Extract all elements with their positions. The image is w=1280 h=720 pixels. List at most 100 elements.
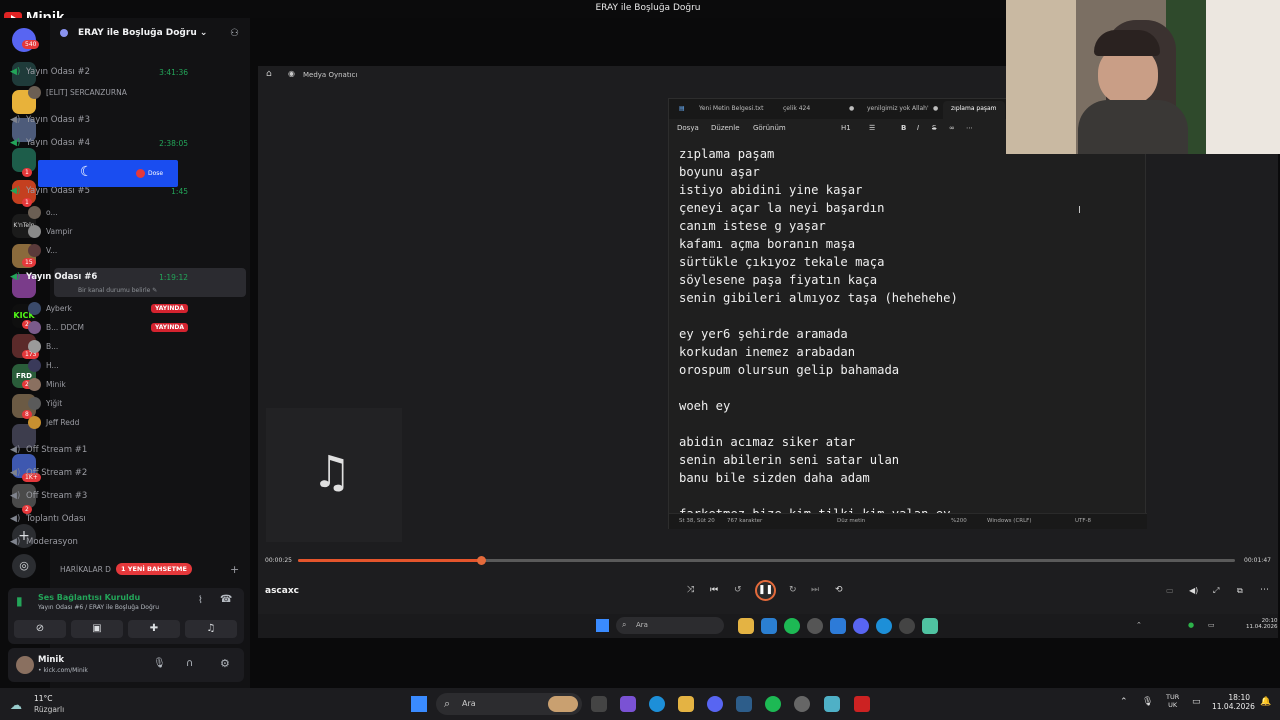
member-item[interactable]: V...: [28, 241, 196, 259]
rewind-icon[interactable]: ↺: [734, 585, 742, 595]
notification-icon[interactable]: 🔔: [1260, 697, 1271, 707]
tab-4[interactable]: zıplama paşam: [951, 105, 997, 112]
headphones-icon[interactable]: ∩: [186, 658, 193, 669]
channel-off-stream-1[interactable]: ◀) Off Stream #1: [10, 441, 196, 459]
tray-mic-icon[interactable]: ●: [1188, 621, 1194, 629]
add-channel-icon[interactable]: +: [230, 563, 239, 576]
tray-chevron-icon[interactable]: ⌃: [1136, 621, 1142, 629]
menu-gorunum[interactable]: Görünüm: [753, 124, 786, 132]
steam-icon[interactable]: [830, 618, 846, 634]
activities-button[interactable]: ✚: [128, 620, 180, 638]
member-item[interactable]: o...: [28, 203, 196, 221]
channel-yayin-odasi-6[interactable]: ◀) Yayın Odası #6 1:19:12: [10, 268, 196, 286]
edge-icon[interactable]: [649, 696, 665, 712]
member-item[interactable]: B...: [28, 337, 196, 355]
voice-location[interactable]: Yayın Odası #6 / ERAY ile Boşluğa Doğru: [38, 604, 159, 611]
channel-yayin-odasi-2[interactable]: ◀) Yayın Odası #2 3:41:36: [10, 63, 196, 81]
tray-network-icon[interactable]: ▭: [1208, 621, 1215, 629]
camera-button[interactable]: ⊘: [14, 620, 66, 638]
channel-yayin-odasi-3[interactable]: ◀) Yayın Odası #3: [10, 111, 196, 129]
fullscreen-icon[interactable]: ⤢: [1213, 586, 1219, 596]
strikethrough-icon[interactable]: S: [932, 124, 936, 132]
channel-moderasyon[interactable]: ◀) Moderasyon: [10, 533, 196, 551]
link-icon[interactable]: ∞: [949, 124, 955, 132]
repeat-off-icon[interactable]: ⟲: [835, 585, 843, 595]
server-name[interactable]: ERAY ile Boşluğa Doğru ⌄: [78, 28, 207, 38]
screen-share-button[interactable]: ▣: [71, 620, 123, 638]
clock[interactable]: 18:10 11.04.2026: [1212, 693, 1255, 711]
list-icon[interactable]: ☰: [869, 124, 875, 132]
more-icon[interactable]: ⋯: [966, 124, 973, 132]
seek-handle[interactable]: [477, 556, 486, 565]
network-icon[interactable]: ▭: [1192, 697, 1201, 707]
menu-duzenle[interactable]: Düzenle: [711, 124, 740, 132]
channel-off-stream-2[interactable]: ◀) Off Stream #2: [10, 464, 196, 482]
previous-icon[interactable]: ⏮: [710, 585, 718, 595]
app-icon[interactable]: [807, 618, 823, 634]
noise-icon[interactable]: ⌇: [198, 595, 203, 606]
cast-icon[interactable]: ⧉: [1237, 586, 1243, 596]
miniplayer-icon[interactable]: ▭: [1166, 586, 1174, 595]
language-indicator[interactable]: TUR UK: [1166, 693, 1179, 709]
italic-icon[interactable]: I: [917, 124, 919, 132]
tray-chevron-icon[interactable]: ⌃: [1120, 697, 1128, 707]
discover-icon[interactable]: ◎: [12, 554, 36, 578]
task-view-icon[interactable]: [591, 696, 607, 712]
channel-yayin-odasi-4[interactable]: ◀) Yayın Odası #4 2:38:05: [10, 134, 196, 152]
notepad-text[interactable]: zıplama paşam boyunu aşar istiyo abidini y…: [679, 145, 1139, 513]
obs-icon[interactable]: [794, 696, 810, 712]
channel-status[interactable]: Bir kanal durumu belirle ✎: [78, 287, 157, 294]
heading-dropdown[interactable]: H1: [841, 124, 851, 132]
notepad-taskbar-icon[interactable]: [922, 618, 938, 634]
menu-dosya[interactable]: Dosya: [677, 124, 699, 132]
file-explorer-icon[interactable]: [678, 696, 694, 712]
windows-start-icon[interactable]: [411, 696, 427, 712]
channel-off-stream-3[interactable]: ◀) Off Stream #3: [10, 487, 196, 505]
more-options-icon[interactable]: ⋯: [1260, 585, 1269, 595]
tab-3[interactable]: yenilgimiz yok Allah': [867, 105, 929, 112]
avatar[interactable]: [16, 656, 34, 674]
home-icon[interactable]: ⌂: [266, 69, 272, 79]
weather-desc[interactable]: Rüzgarlı: [34, 705, 64, 714]
weather-temp[interactable]: 11°C: [34, 694, 53, 703]
bold-icon[interactable]: B: [901, 124, 906, 132]
tray-mic-icon[interactable]: 🎙: [1142, 697, 1153, 707]
member-item[interactable]: Minik: [28, 375, 196, 393]
shield-icon[interactable]: [854, 696, 870, 712]
member-item[interactable]: H...: [28, 356, 196, 374]
invite-icon[interactable]: ⚇: [230, 28, 239, 39]
member-item[interactable]: [ELIT] SERCANZURNA: [28, 83, 196, 101]
discord-icon[interactable]: [707, 696, 723, 712]
spotify-icon[interactable]: [784, 618, 800, 634]
tab-2[interactable]: çelik 424: [783, 105, 810, 112]
member-item[interactable]: Ayberk YAYINDA: [28, 299, 196, 317]
member-item[interactable]: Vampir: [28, 222, 196, 240]
volume-icon[interactable]: ◀): [1189, 586, 1198, 595]
forward-icon[interactable]: ↻: [789, 585, 797, 595]
category-label[interactable]: HARİKALAR D: [60, 565, 111, 574]
discord-icon[interactable]: [853, 618, 869, 634]
channel-toplanti-odasi[interactable]: ◀) Toplantı Odası: [10, 510, 196, 528]
spotify-icon[interactable]: [765, 696, 781, 712]
member-item[interactable]: B... DDCM YAYINDA: [28, 318, 196, 336]
edge-icon[interactable]: [876, 618, 892, 634]
search-box[interactable]: ⌕ Ara: [616, 617, 724, 634]
disconnect-icon[interactable]: ☎: [220, 594, 232, 605]
app-icon[interactable]: [824, 696, 840, 712]
steam-icon[interactable]: [736, 696, 752, 712]
store-icon[interactable]: [761, 618, 777, 634]
tab-1[interactable]: Yeni Metin Belgesi.txt: [699, 105, 763, 112]
settings-icon[interactable]: ⚙: [220, 657, 230, 670]
microphone-icon[interactable]: 🎙: [153, 658, 166, 669]
media-player-icon[interactable]: [899, 618, 915, 634]
member-item[interactable]: Yiğit: [28, 394, 196, 412]
search-box[interactable]: ⌕ Ara: [436, 693, 582, 715]
pause-button[interactable]: ❚❚: [755, 580, 776, 601]
soundboard-button[interactable]: ♫: [185, 620, 237, 638]
windows-start-icon[interactable]: [596, 619, 609, 632]
copilot-icon[interactable]: [620, 696, 636, 712]
member-item[interactable]: Jeff Redd: [28, 413, 196, 431]
new-mention-badge[interactable]: 1 YENİ BAHSETME: [116, 563, 192, 575]
next-icon[interactable]: ⏭: [811, 585, 819, 595]
folder-icon[interactable]: [738, 618, 754, 634]
